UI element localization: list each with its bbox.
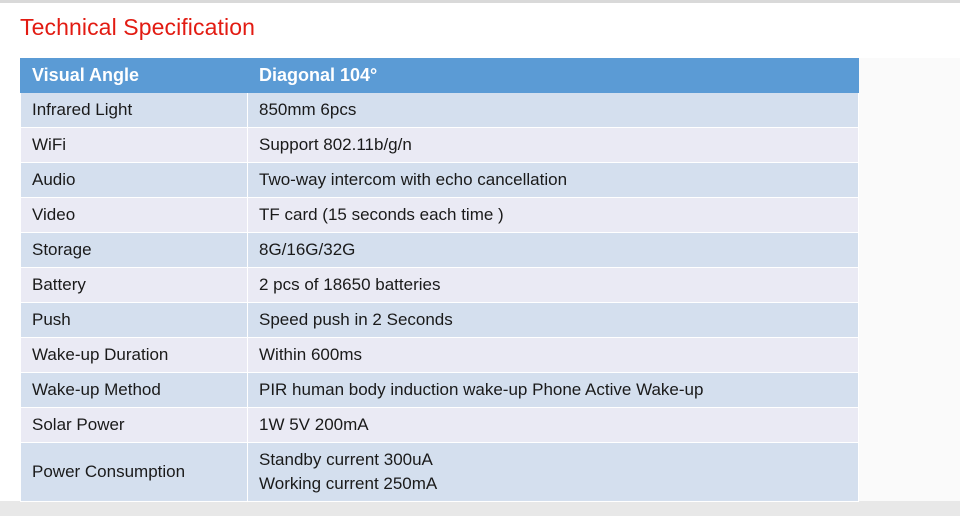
table-row: Push Speed push in 2 Seconds: [20, 302, 859, 338]
spec-label: Infrared Light: [20, 92, 248, 128]
table-row: Solar Power 1W 5V 200mA: [20, 407, 859, 443]
header-cell-value: Diagonal 104°: [247, 58, 859, 93]
spec-label: Wake-up Method: [20, 372, 248, 408]
spec-label: Power Consumption: [20, 442, 248, 502]
spec-value: Standby current 300uA Working current 25…: [247, 442, 859, 502]
table-row: Audio Two-way intercom with echo cancell…: [20, 162, 859, 198]
spec-value: Two-way intercom with echo cancellation: [247, 162, 859, 198]
table-row: Power Consumption Standby current 300uA …: [20, 442, 859, 502]
table-row: Storage 8G/16G/32G: [20, 232, 859, 268]
spec-label: Audio: [20, 162, 248, 198]
spec-value: 8G/16G/32G: [247, 232, 859, 268]
spec-label: Solar Power: [20, 407, 248, 443]
spec-value: 1W 5V 200mA: [247, 407, 859, 443]
table-row: Video TF card (15 seconds each time ): [20, 197, 859, 233]
spec-value-line-1: Standby current 300uA: [259, 450, 433, 469]
spec-value: 850mm 6pcs: [247, 92, 859, 128]
spec-label: Storage: [20, 232, 248, 268]
spec-value-line-2: Working current 250mA: [259, 474, 438, 493]
spec-label: Push: [20, 302, 248, 338]
spec-value: Support 802.11b/g/n: [247, 127, 859, 163]
table-header-row: Visual Angle Diagonal 104°: [20, 58, 859, 93]
bottom-band: [0, 501, 960, 516]
table-row: WiFi Support 802.11b/g/n: [20, 127, 859, 163]
slide-page: Technical Specification Visual Angle Dia…: [0, 0, 960, 516]
spec-value: TF card (15 seconds each time ): [247, 197, 859, 233]
page-title: Technical Specification: [20, 14, 255, 40]
header-cell-label: Visual Angle: [20, 58, 248, 93]
spec-label: Wake-up Duration: [20, 337, 248, 373]
table-header: Visual Angle Diagonal 104°: [20, 58, 859, 93]
spec-value: Within 600ms: [247, 337, 859, 373]
table-row: Infrared Light 850mm 6pcs: [20, 92, 859, 128]
spec-value: PIR human body induction wake-up Phone A…: [247, 372, 859, 408]
table-row: Wake-up Method PIR human body induction …: [20, 372, 859, 408]
spec-label: Video: [20, 197, 248, 233]
spec-value: 2 pcs of 18650 batteries: [247, 267, 859, 303]
spec-value: Speed push in 2 Seconds: [247, 302, 859, 338]
spec-label: Battery: [20, 267, 248, 303]
table-row: Wake-up Duration Within 600ms: [20, 337, 859, 373]
spec-label: WiFi: [20, 127, 248, 163]
top-divider-rule: [0, 0, 960, 3]
technical-specification-table: Visual Angle Diagonal 104° Infrared Ligh…: [20, 58, 859, 502]
table-row: Battery 2 pcs of 18650 batteries: [20, 267, 859, 303]
table-body: Infrared Light 850mm 6pcs WiFi Support 8…: [20, 92, 859, 502]
